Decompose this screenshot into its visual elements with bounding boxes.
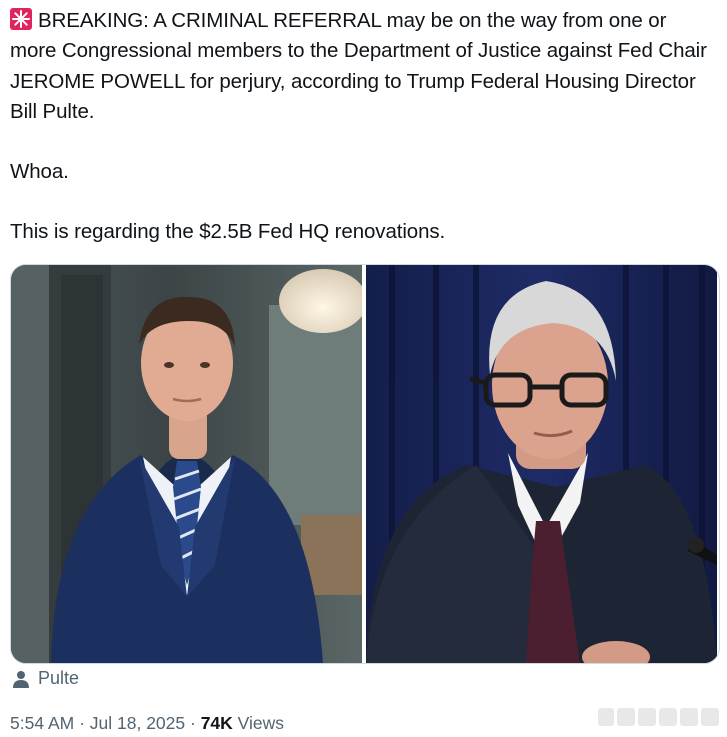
tweet-time[interactable]: 5:54 AM <box>10 713 74 733</box>
media-tag-label: Pulte <box>38 668 80 688</box>
views-label: Views <box>232 713 285 733</box>
portrait-man-navy-suit-image <box>11 265 362 663</box>
tweet-meta: 5:54 AM · Jul 18, 2025 · 74K Views <box>10 713 284 734</box>
tweet-paragraph-1-text: BREAKING: A CRIMINAL REFERRAL may be on … <box>10 9 707 123</box>
tweet-date[interactable]: Jul 18, 2025 <box>90 713 185 733</box>
meta-separator: · <box>74 713 90 733</box>
photo-powell[interactable] <box>366 265 717 663</box>
rotating-light-icon <box>10 8 32 30</box>
portrait-older-man-glasses-image <box>366 265 717 663</box>
tweet-paragraph-2: Whoa. <box>10 160 69 184</box>
watermark <box>598 708 719 726</box>
meta-separator: · <box>185 713 201 733</box>
tweet-text: BREAKING: A CRIMINAL REFERRAL may be on … <box>10 6 715 248</box>
tweet-paragraph-1: BREAKING: A CRIMINAL REFERRAL may be on … <box>10 6 715 127</box>
photo-pulte[interactable] <box>11 265 362 663</box>
person-icon <box>13 670 29 688</box>
tweet-paragraph-3: This is regarding the $2.5B Fed HQ renov… <box>10 220 446 244</box>
views-count: 74K <box>200 713 233 733</box>
media-tag[interactable]: Pulte <box>12 668 79 689</box>
media-grid[interactable] <box>10 264 720 664</box>
